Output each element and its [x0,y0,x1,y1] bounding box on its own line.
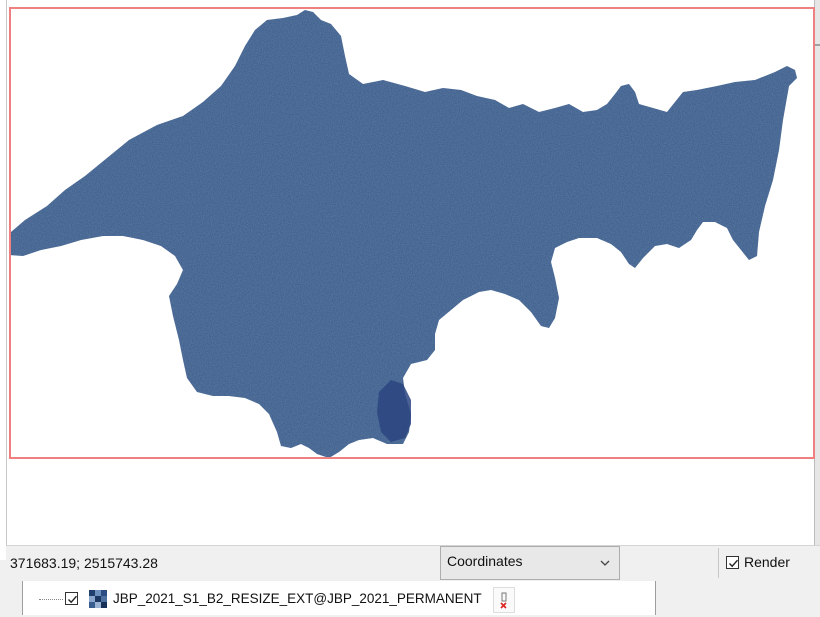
remove-icon[interactable] [493,587,515,613]
display-mode-select[interactable]: Coordinates [440,546,620,580]
raster-icon [89,590,107,608]
render-label: Render [744,554,790,570]
layer-name[interactable]: JBP_2021_S1_B2_RESIZE_EXT@JBP_2021_PERMA… [113,591,482,606]
chevron-down-icon [600,560,610,566]
remove-layer-glyph [500,592,507,609]
tree-connector [39,599,63,600]
map-display[interactable] [6,0,815,545]
status-bar: 371683.19; 2515743.28 Coordinates Render [6,545,820,581]
checkmark-icon [68,595,78,604]
display-mode-value: Coordinates [447,553,523,569]
layer-tree: JBP_2021_S1_B2_RESIZE_EXT@JBP_2021_PERMA… [22,581,656,615]
render-checkbox[interactable] [726,556,739,569]
region-extent-box [9,7,815,459]
layer-visibility-checkbox[interactable] [65,592,78,605]
bottom-panel-background [656,581,820,615]
checkmark-icon [729,559,739,568]
coordinates-readout: 371683.19; 2515743.28 [10,555,158,571]
status-divider [718,548,719,578]
